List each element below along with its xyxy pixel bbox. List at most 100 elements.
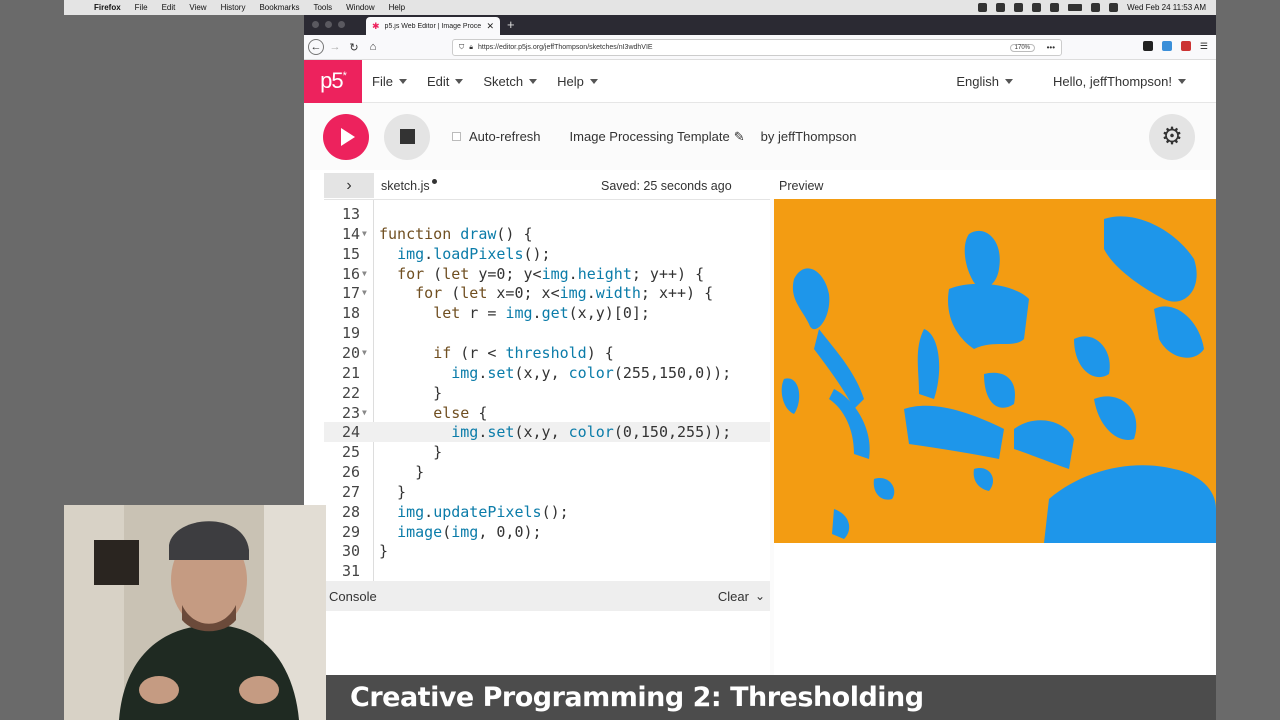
line-number: 14 — [341, 224, 360, 243]
code-line[interactable]: 16 ▼ for (let y=0; y<img.height; y++) { — [324, 264, 770, 284]
menu-edit-label: Edit — [426, 73, 450, 89]
language-select[interactable]: English — [956, 74, 1013, 89]
menubar-history[interactable]: History — [221, 3, 246, 12]
chevron-down-icon — [398, 78, 407, 84]
fold-toggle-icon[interactable]: ▼ — [362, 403, 367, 423]
menubar-edit[interactable]: Edit — [162, 3, 176, 12]
fold-toggle-icon[interactable]: ▼ — [362, 283, 367, 303]
home-button[interactable]: ⌂ — [365, 39, 381, 55]
new-tab-button[interactable]: + — [507, 17, 515, 32]
battery-icon[interactable] — [1068, 4, 1083, 11]
url-bar[interactable]: ⛉ 🔒︎ https://editor.p5js.org/jeffThompso… — [452, 39, 1062, 56]
browser-tab[interactable]: ✱ p5.js Web Editor | Image Proce ✕ — [366, 17, 500, 35]
dropbox-icon[interactable] — [1032, 3, 1042, 12]
nav-bar: ← → ↻ ⌂ ⛉ 🔒︎ https://editor.p5js.org/jef… — [304, 35, 1216, 60]
code-line[interactable]: 25 } — [324, 442, 770, 462]
sketch-name[interactable]: Image Processing Template ✎ — [570, 129, 745, 145]
code-text: img.set(x,y, color(255,150,0)); — [451, 363, 732, 382]
wifi-icon[interactable] — [1091, 3, 1101, 12]
extension-icon[interactable] — [1180, 41, 1191, 51]
chevron-down-icon — [1178, 78, 1186, 84]
code-line[interactable]: 14 ▼ function draw() { — [324, 224, 770, 244]
extension-icon[interactable] — [1161, 41, 1172, 51]
line-number: 16 — [341, 264, 360, 283]
code-editor[interactable]: 13 14 ▼ function draw() {15 img.loadPixels(… — [324, 199, 770, 581]
close-window-button[interactable] — [312, 21, 319, 28]
code-line[interactable]: 19 — [324, 323, 770, 343]
extension-icon[interactable] — [1142, 41, 1153, 51]
menubar-view[interactable]: View — [189, 3, 206, 12]
close-tab-icon[interactable]: ✕ — [486, 21, 494, 32]
sidebar-toggle-button[interactable]: › — [324, 173, 374, 198]
menu-sketch[interactable]: Sketch — [483, 73, 538, 89]
code-line[interactable]: 24 img.set(x,y, color(0,150,255)); — [324, 422, 770, 443]
status-icon[interactable] — [1014, 3, 1024, 12]
bluetooth-icon[interactable] — [1050, 3, 1060, 12]
code-line[interactable]: 18 let r = img.get(x,y)[0]; — [324, 303, 770, 323]
code-line[interactable]: 28 img.updatePixels(); — [324, 502, 770, 522]
more-actions-icon[interactable]: ••• — [1047, 43, 1055, 52]
menu-help[interactable]: Help — [557, 74, 598, 89]
gear-icon: ⚙ — [1161, 123, 1183, 150]
status-icon[interactable] — [978, 3, 988, 12]
user-menu[interactable]: Hello, jeffThompson! — [1053, 74, 1186, 89]
reload-button[interactable]: ↻ — [346, 39, 362, 55]
hamburger-menu-icon[interactable]: ☰ — [1200, 41, 1208, 52]
menubar-window[interactable]: Window — [346, 3, 374, 12]
menubar-help[interactable]: Help — [389, 3, 405, 12]
pencil-icon[interactable]: ✎ — [734, 129, 745, 145]
code-line[interactable]: 13 — [324, 204, 770, 224]
presenter-video — [64, 505, 326, 720]
line-number: 20 — [341, 343, 360, 362]
forward-button[interactable]: → — [327, 39, 343, 55]
menu-help-label: Help — [557, 73, 584, 89]
shield-icon[interactable]: ⛉ — [459, 44, 464, 52]
fold-toggle-icon[interactable]: ▼ — [362, 343, 367, 363]
settings-button[interactable]: ⚙ — [1149, 113, 1195, 160]
code-text: img.set(x,y, color(0,150,255)); — [451, 423, 732, 442]
back-button[interactable]: ← — [308, 39, 324, 55]
menubar-tools[interactable]: Tools — [313, 3, 332, 12]
status-icon[interactable] — [996, 3, 1006, 12]
code-line[interactable]: 15 img.loadPixels(); — [324, 244, 770, 264]
console-clear-button[interactable]: Clear ⌄ — [718, 589, 765, 604]
menubar-firefox[interactable]: Firefox — [94, 3, 121, 12]
code-line[interactable]: 21 img.set(x,y, color(255,150,0)); — [324, 363, 770, 383]
code-text: if (r < threshold) { — [433, 343, 614, 362]
p5-logo[interactable]: p5 * — [304, 59, 362, 103]
menubar-bookmarks[interactable]: Bookmarks — [259, 3, 299, 12]
code-line[interactable]: 29 image(img, 0,0); — [324, 522, 770, 542]
menu-sketch-label: Sketch — [483, 73, 524, 89]
auto-refresh-toggle[interactable]: Auto-refresh — [452, 129, 541, 144]
auto-refresh-checkbox[interactable] — [452, 132, 461, 141]
menubar-clock[interactable]: Wed Feb 24 11:53 AM — [1127, 3, 1206, 12]
sketch-preview-canvas[interactable] — [774, 199, 1216, 543]
code-line[interactable]: 30} — [324, 541, 770, 561]
code-text: image(img, 0,0); — [397, 522, 542, 541]
stop-icon — [399, 129, 415, 144]
stop-button[interactable] — [384, 113, 430, 160]
code-line[interactable]: 31 — [324, 561, 770, 581]
sketch-name-text: Image Processing Template — [569, 129, 730, 144]
code-line[interactable]: 20 ▼ if (r < threshold) { — [324, 343, 770, 363]
minimize-window-button[interactable] — [325, 21, 332, 28]
search-icon[interactable] — [1109, 3, 1119, 12]
code-line[interactable]: 17 ▼ for (let x=0; x<img.width; x++) { — [324, 283, 770, 303]
menu-file[interactable]: File — [372, 74, 407, 89]
code-line[interactable]: 26 } — [324, 462, 770, 482]
zoom-level[interactable]: 170% — [1009, 43, 1035, 52]
menu-edit[interactable]: Edit — [426, 73, 464, 89]
apple-icon[interactable] — [76, 3, 86, 13]
zoom-window-button[interactable] — [338, 21, 345, 28]
play-button[interactable] — [323, 113, 369, 160]
code-line[interactable]: 27 } — [324, 482, 770, 502]
lock-icon[interactable]: 🔒︎ — [469, 44, 473, 52]
fold-toggle-icon[interactable]: ▼ — [362, 264, 367, 284]
menubar-file[interactable]: File — [135, 3, 148, 12]
code-line[interactable]: 22 } — [324, 383, 770, 403]
sketch-author[interactable]: by jeffThompson — [761, 129, 857, 144]
fold-toggle-icon[interactable]: ▼ — [362, 224, 367, 244]
file-name-tab[interactable]: sketch.js — [381, 178, 437, 193]
code-line[interactable]: 23 ▼ else { — [324, 403, 770, 423]
chevron-down-icon[interactable]: ⌄ — [755, 589, 765, 603]
